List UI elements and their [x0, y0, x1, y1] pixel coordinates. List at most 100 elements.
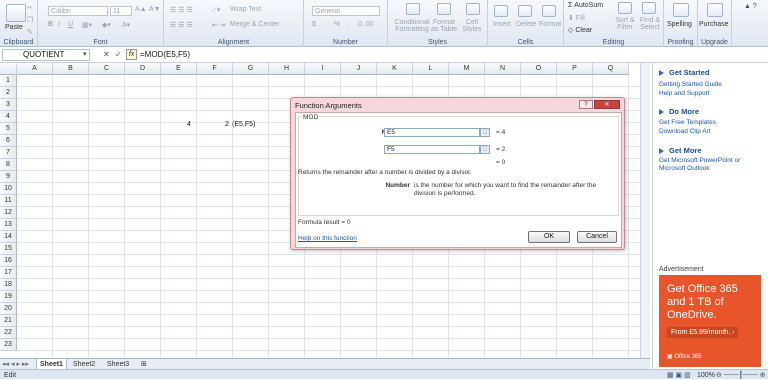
row-header[interactable]: 6: [0, 135, 17, 147]
row-header[interactable]: 11: [0, 195, 17, 207]
column-header[interactable]: H: [269, 63, 305, 75]
column-header[interactable]: D: [125, 63, 161, 75]
column-header[interactable]: N: [485, 63, 521, 75]
format-painter-icon[interactable]: ✎: [27, 28, 33, 36]
close-icon[interactable]: ✕: [594, 100, 620, 109]
row-header[interactable]: 7: [0, 147, 17, 159]
row-header[interactable]: 13: [0, 219, 17, 231]
tab-scroll-icon[interactable]: ◂◂ ◂ ▸ ▸▸: [2, 360, 29, 368]
italic-button[interactable]: I: [58, 21, 60, 28]
column-header[interactable]: O: [521, 63, 557, 75]
help-icon[interactable]: ?: [579, 100, 593, 109]
cell-styles-button[interactable]: Cell Styles: [460, 19, 484, 33]
font-size-combo[interactable]: 11: [110, 6, 132, 16]
ok-button[interactable]: OK: [528, 231, 570, 243]
cancel-button[interactable]: Cancel: [577, 231, 617, 243]
indent-icon[interactable]: ⇤ ⇥: [212, 21, 226, 29]
row-header[interactable]: 22: [0, 327, 17, 339]
fill-button[interactable]: ⬇ Fill: [568, 14, 585, 22]
column-header[interactable]: I: [305, 63, 341, 75]
row-header[interactable]: 18: [0, 279, 17, 291]
row-header[interactable]: 21: [0, 315, 17, 327]
collapse-dialog-icon[interactable]: ⬚: [480, 128, 490, 137]
conditional-formatting-button[interactable]: Conditional Formatting: [392, 19, 432, 33]
row-header[interactable]: 9: [0, 171, 17, 183]
shrink-font-icon[interactable]: A▼: [149, 6, 161, 13]
format-button[interactable]: Format: [539, 21, 561, 28]
select-all-corner[interactable]: [0, 63, 17, 75]
copy-icon[interactable]: ❐: [27, 16, 33, 24]
name-box-dropdown-icon[interactable]: ▾: [83, 50, 87, 58]
format-as-table-icon[interactable]: [437, 3, 451, 15]
column-header[interactable]: Q: [593, 63, 629, 75]
column-header[interactable]: P: [557, 63, 593, 75]
row-header[interactable]: 12: [0, 207, 17, 219]
merge-center-button[interactable]: Merge & Center: [230, 21, 279, 28]
align-left-icon[interactable]: ☰ ☰ ☰: [170, 21, 193, 29]
row-header[interactable]: 1: [0, 75, 17, 87]
paste-icon[interactable]: [6, 4, 26, 22]
bold-button[interactable]: B: [48, 21, 53, 28]
currency-button[interactable]: $: [312, 21, 316, 28]
office-365-ad[interactable]: Get Office 365 and 1 TB of OneDrive. Fro…: [659, 275, 761, 367]
vertical-scrollbar[interactable]: [640, 63, 650, 358]
clip-art-link[interactable]: Download Clip Art: [659, 128, 711, 135]
underline-button[interactable]: U: [68, 21, 73, 28]
row-header[interactable]: 19: [0, 291, 17, 303]
row-header[interactable]: 14: [0, 231, 17, 243]
conditional-formatting-icon[interactable]: [406, 3, 420, 15]
find-select-button[interactable]: Find & Select: [638, 17, 662, 31]
number-format-combo[interactable]: General: [312, 6, 380, 16]
sort-filter-button[interactable]: Sort & Filter: [614, 17, 636, 31]
cell-styles-icon[interactable]: [466, 3, 480, 15]
font-name-combo[interactable]: Calibri: [48, 6, 108, 16]
number-arg-input[interactable]: E5: [384, 128, 480, 137]
column-header[interactable]: B: [53, 63, 89, 75]
cell-f5[interactable]: 2: [225, 121, 229, 128]
column-header[interactable]: E: [161, 63, 197, 75]
sort-filter-icon[interactable]: [618, 2, 632, 14]
row-header[interactable]: 16: [0, 255, 17, 267]
grow-font-icon[interactable]: A▲: [135, 6, 147, 13]
comma-button[interactable]: ,: [346, 21, 348, 28]
column-header[interactable]: L: [413, 63, 449, 75]
row-header[interactable]: 5: [0, 123, 17, 135]
column-header[interactable]: A: [17, 63, 53, 75]
powerpoint-link[interactable]: Get Microsoft PowerPoint or Microsoft Ou…: [659, 157, 767, 173]
collapse-dialog-icon[interactable]: ⬚: [480, 145, 490, 154]
borders-icon[interactable]: ▦▾: [82, 21, 92, 29]
insert-button[interactable]: Insert: [493, 21, 511, 28]
insert-function-icon[interactable]: fx: [126, 49, 137, 60]
format-as-table-button[interactable]: Format as Table: [430, 19, 458, 33]
delete-icon[interactable]: [518, 5, 532, 17]
free-templates-link[interactable]: Get Free Templates: [659, 119, 716, 126]
column-header[interactable]: M: [449, 63, 485, 75]
column-header[interactable]: F: [197, 63, 233, 75]
getting-started-guide-link[interactable]: Getting Started Guide: [659, 81, 722, 88]
cell-g5[interactable]: (E5,F5): [231, 121, 256, 128]
row-header[interactable]: 20: [0, 303, 17, 315]
row-header[interactable]: 8: [0, 159, 17, 171]
fill-color-icon[interactable]: ◆▾: [102, 21, 111, 29]
row-header[interactable]: 17: [0, 267, 17, 279]
column-header[interactable]: C: [89, 63, 125, 75]
column-header[interactable]: G: [233, 63, 269, 75]
row-header[interactable]: 2: [0, 87, 17, 99]
format-icon[interactable]: [542, 5, 556, 17]
column-header[interactable]: J: [341, 63, 377, 75]
ribbon-help-icon[interactable]: ▲ ?: [744, 3, 757, 10]
row-header[interactable]: 4: [0, 111, 17, 123]
help-support-link[interactable]: Help and Support: [659, 90, 710, 97]
column-header[interactable]: K: [377, 63, 413, 75]
autosum-button[interactable]: Σ AutoSum: [568, 2, 603, 9]
find-select-icon[interactable]: [642, 2, 656, 14]
cancel-entry-icon[interactable]: ✕: [103, 50, 110, 59]
cell-e5[interactable]: 4: [187, 121, 191, 128]
clear-button[interactable]: ◇ Clear: [568, 26, 592, 34]
cut-icon[interactable]: ✂: [27, 4, 33, 12]
row-header[interactable]: 23: [0, 339, 17, 351]
help-on-function-link[interactable]: Help on this function: [298, 235, 357, 242]
enter-entry-icon[interactable]: ✓: [115, 50, 122, 59]
divisor-arg-input[interactable]: F5: [384, 145, 480, 154]
percent-button[interactable]: %: [334, 21, 340, 28]
